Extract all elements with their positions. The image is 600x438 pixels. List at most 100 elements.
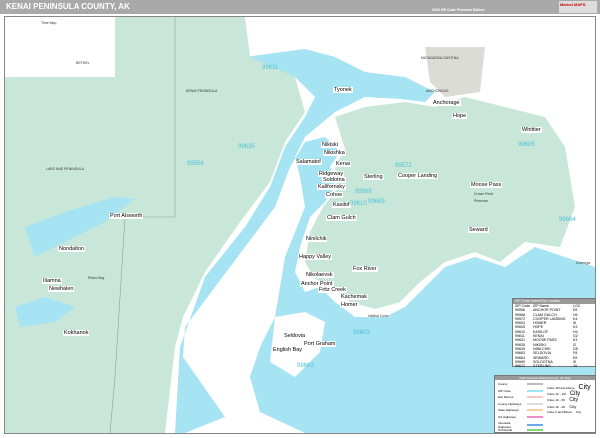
city-label[interactable]: Nikishka xyxy=(323,150,346,156)
legend-city-sample: City xyxy=(569,390,581,397)
city-label[interactable]: Crown Point xyxy=(473,191,494,197)
city-label[interactable]: Kachemak xyxy=(340,294,368,300)
legend-label: County xyxy=(498,382,508,386)
map-legend: 2025 Kenai Peninsula County, AK Map Coun… xyxy=(494,375,596,433)
legend-line-item: ZIP Code xyxy=(498,389,543,393)
legend-label: ZIP Code xyxy=(498,388,511,393)
legend-swatch xyxy=(527,389,543,392)
city-label[interactable]: Nondalton xyxy=(58,246,86,252)
city-label[interactable]: English Bay xyxy=(272,347,304,353)
city-label[interactable]: Nikolaevsk xyxy=(305,272,334,278)
zip-label[interactable]: 99635 xyxy=(238,144,255,150)
city-label[interactable]: Halibut Cove xyxy=(367,313,389,319)
zip-label[interactable]: 99610 xyxy=(350,201,367,207)
legend-city-sample: City xyxy=(575,410,582,414)
city-label[interactable]: Port Graham xyxy=(303,341,337,347)
city-label[interactable]: Anchorage xyxy=(432,100,461,106)
city-label[interactable]: Whittier xyxy=(521,127,542,133)
city-label[interactable]: Kenai xyxy=(335,161,352,167)
city-label[interactable]: Seldovia xyxy=(283,333,307,339)
legend-line-item: State Highways xyxy=(498,408,543,412)
zip-label[interactable]: 99556 xyxy=(187,161,204,167)
legend-line-item: County xyxy=(498,382,543,386)
brand-logo: Market MAPS xyxy=(559,1,597,13)
legend-label: US Highways xyxy=(498,414,517,419)
legend-city-sample: City xyxy=(578,384,591,391)
city-label[interactable]: Moose Pass xyxy=(470,182,503,188)
zip-label[interactable]: 99669 xyxy=(368,199,385,205)
legend-city-label: Cities 1M and Above xyxy=(547,386,575,390)
city-label[interactable]: Tyonek xyxy=(333,87,353,93)
zip-label[interactable]: 99603 xyxy=(353,330,370,336)
city-label[interactable]: Cohoe xyxy=(325,192,344,198)
legend-label: Exit Ramps xyxy=(498,395,514,399)
zip-label[interactable]: 99572 xyxy=(395,163,412,169)
city-label[interactable]: Sterling xyxy=(363,174,384,180)
legend-line-item: Toll Roads xyxy=(498,428,543,432)
city-label[interactable]: Ninilchik xyxy=(305,236,328,242)
legend-swatch xyxy=(527,424,543,426)
region-label: KENAI PENINSULA xyxy=(186,89,218,93)
zip-label[interactable]: 99663 xyxy=(297,363,314,369)
legend-city-class: Cities 0 and Below City xyxy=(547,410,581,414)
zip-label[interactable]: 99605 xyxy=(518,142,535,148)
city-label[interactable]: Seward xyxy=(468,227,489,233)
city-label[interactable]: Salamatof xyxy=(295,159,322,165)
legend-swatch xyxy=(527,415,543,418)
map-title: KENAI PENINSULA COUNTY, AK xyxy=(6,2,130,11)
legend-swatch xyxy=(527,383,543,385)
zip-table-cell: J4 xyxy=(573,364,577,369)
city-label[interactable]: Chenega xyxy=(575,260,591,266)
city-label[interactable]: Clam Gulch xyxy=(326,215,357,221)
legend-swatch xyxy=(527,428,543,431)
legend-swatch xyxy=(527,402,543,405)
city-label[interactable]: Homer xyxy=(340,302,359,308)
map-canvas[interactable] xyxy=(4,16,596,434)
region-label: MATANUSKA-SUSITNA xyxy=(421,56,459,60)
zip-table-row: 99672 STERLING J4 xyxy=(513,364,595,368)
city-label[interactable]: Newhalen xyxy=(48,286,75,292)
legend-city-sample: City xyxy=(569,397,578,403)
legend-city-sample: City xyxy=(569,403,577,409)
zip-table-cell: 99672 xyxy=(515,364,525,369)
city-label[interactable]: Soldotna xyxy=(322,177,346,183)
header-bar: KENAI PENINSULA COUNTY, AK 2025 ZIP Code… xyxy=(0,0,600,14)
legend-city-class: Cities 1K - 1M City xyxy=(547,391,580,397)
zip-table-cell: STERLING xyxy=(533,364,551,369)
city-label[interactable]: Kasilof xyxy=(332,202,351,208)
zip-code-index-table: ZIP Code Index/City Locator ZIP Code ZIP… xyxy=(512,298,596,368)
city-label[interactable]: Pedro Bay xyxy=(87,275,105,281)
map-shapes xyxy=(5,17,595,434)
zip-label[interactable]: 99568 xyxy=(355,189,372,195)
legend-swatch xyxy=(527,396,543,398)
legend-city-label: Cities 1K - 1M xyxy=(547,391,566,396)
zip-label[interactable]: 99664 xyxy=(559,217,576,223)
legend-swatch xyxy=(527,409,543,411)
city-label[interactable]: Happy Valley xyxy=(298,254,332,260)
city-label[interactable]: Fox River xyxy=(352,266,378,272)
legend-line-item: Exit Ramps xyxy=(498,395,543,399)
legend-city-label: Cities 0 and Below xyxy=(547,410,572,414)
legend-label: State Highways xyxy=(498,408,519,412)
city-label[interactable]: Iliamna xyxy=(42,278,62,284)
legend-city-class: Cities 1K - 2K City xyxy=(547,404,576,409)
legend-city-label: Cities 1K - 2K xyxy=(547,404,566,409)
region-label: Time Map xyxy=(41,21,57,25)
city-label[interactable]: Hope xyxy=(452,113,468,119)
city-label[interactable]: Primrose xyxy=(473,198,489,204)
city-label[interactable]: Cooper Landing xyxy=(397,173,439,179)
zip-label[interactable]: 99611 xyxy=(262,65,278,71)
city-label[interactable]: Kokhanok xyxy=(63,330,90,336)
legend-label: County Highways xyxy=(498,401,522,406)
legend-title: 2025 Kenai Peninsula County, AK Map xyxy=(495,376,595,380)
edition-label: 2025 ZIP Code Premium Edition xyxy=(432,8,485,12)
legend-city-label: Cities 1K - 5K xyxy=(547,398,566,402)
city-label[interactable]: Nikiski xyxy=(321,142,339,148)
city-label[interactable]: Kalifornsky xyxy=(317,184,346,190)
city-label[interactable]: Port Alsworth xyxy=(109,213,144,219)
legend-line-item: County Highways xyxy=(498,402,543,406)
legend-line-item: US Highways xyxy=(498,415,543,419)
region-label: ANCHORAGE xyxy=(426,89,449,93)
legend-city-class: Cities 1K - 5K City xyxy=(547,397,578,403)
city-label[interactable]: Fritz Creek xyxy=(318,287,347,293)
